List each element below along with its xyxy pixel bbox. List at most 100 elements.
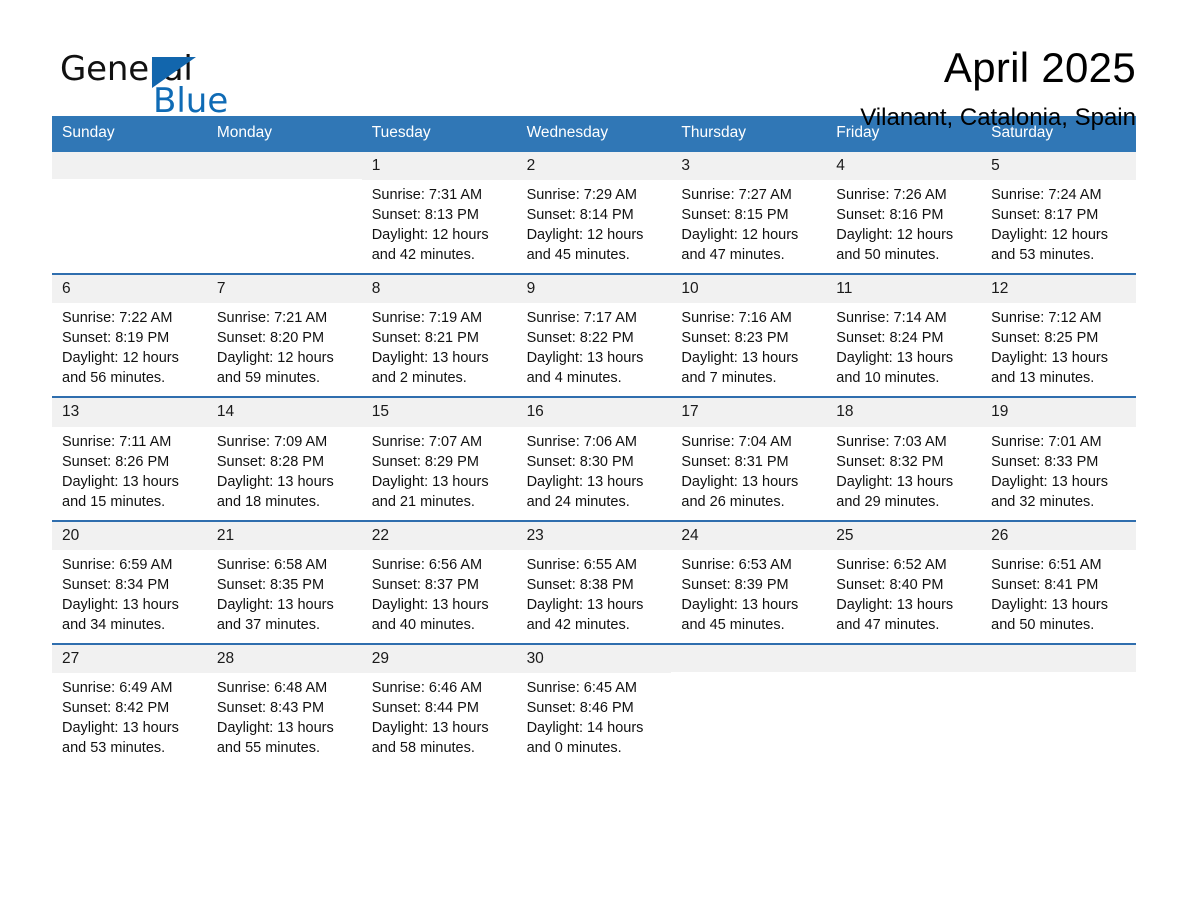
day-cell[interactable]: 4 Sunrise: 7:26 AM Sunset: 8:16 PM Daylight… [826, 151, 982, 273]
day-details: Sunrise: 7:27 AM Sunset: 8:15 PM Daylight:… [671, 180, 826, 273]
day-details: Sunrise: 7:01 AM Sunset: 8:33 PM Daylight:… [981, 427, 1136, 520]
sunset-text: Sunset: 8:46 PM [526, 700, 634, 717]
day-number: 5 [981, 151, 1136, 180]
day-cell-empty [981, 645, 1136, 767]
day-cell[interactable]: 9 Sunrise: 7:17 AM Sunset: 8:22 PM Daylight… [516, 274, 672, 397]
day-details: Sunrise: 7:19 AM Sunset: 8:21 PM Daylight:… [362, 303, 517, 396]
day-details: Sunrise: 6:46 AM Sunset: 8:44 PM Daylight:… [362, 673, 517, 766]
day-cell[interactable]: 17 Sunrise: 7:04 AM Sunset: 8:31 PM Dayligh… [671, 398, 827, 520]
daylight-text-line2: and 21 minutes. [371, 493, 475, 510]
day-cell[interactable]: 26 Sunrise: 6:51 AM Sunset: 8:41 PM Dayligh… [981, 521, 1136, 644]
day-cell[interactable]: 22 Sunrise: 6:56 AM Sunset: 8:37 PM Dayligh… [361, 521, 517, 644]
day-cell-empty [52, 151, 207, 273]
day-cell[interactable]: 24 Sunrise: 6:53 AM Sunset: 8:39 PM Dayligh… [671, 521, 827, 644]
day-number: 16 [516, 398, 672, 427]
day-cell-empty [826, 645, 982, 767]
daylight-text-line2: and 2 minutes. [371, 370, 467, 387]
day-cell[interactable]: 18 Sunrise: 7:03 AM Sunset: 8:32 PM Dayligh… [826, 398, 982, 520]
day-cell[interactable]: 19 Sunrise: 7:01 AM Sunset: 8:33 PM Dayligh… [981, 398, 1136, 520]
day-details: Sunrise: 6:49 AM Sunset: 8:42 PM Daylight:… [52, 673, 207, 766]
day-number: 20 [52, 521, 207, 551]
sunrise-text: Sunrise: 7:01 AM [991, 433, 1102, 450]
weekday-header-row: Sunday Monday Tuesday Wednesday Thursday… [52, 116, 1136, 152]
sunrise-text: Sunrise: 7:11 AM [62, 433, 172, 450]
sunrise-text: Sunrise: 7:09 AM [216, 433, 328, 450]
day-cell[interactable]: 1 Sunrise: 7:31 AM Sunset: 8:13 PM Daylight… [361, 151, 517, 273]
day-number: 4 [826, 151, 982, 180]
calendar-week-row: 6 Sunrise: 7:22 AM Sunset: 8:19 PM Daylight… [52, 272, 1136, 397]
day-details: Sunrise: 7:07 AM Sunset: 8:29 PM Daylight:… [362, 427, 517, 520]
daylight-text-line2: and 56 minutes. [62, 370, 166, 387]
day-details: Sunrise: 7:21 AM Sunset: 8:20 PM Daylight:… [207, 303, 362, 396]
day-cell[interactable]: 16 Sunrise: 7:06 AM Sunset: 8:30 PM Dayligh… [516, 398, 672, 520]
day-cell[interactable]: 7 Sunrise: 7:21 AM Sunset: 8:20 PM Daylight… [206, 274, 362, 397]
daylight-text-line2: and 18 minutes. [216, 493, 321, 510]
sunrise-text: Sunrise: 7:17 AM [526, 310, 637, 327]
day-cell[interactable]: 20 Sunrise: 6:59 AM Sunset: 8:34 PM Dayligh… [52, 521, 207, 644]
daylight-text-line1: Daylight: 13 hours [526, 473, 644, 490]
day-cell[interactable]: 10 Sunrise: 7:16 AM Sunset: 8:23 PM Dayligh… [671, 274, 827, 397]
day-cell[interactable]: 12 Sunrise: 7:12 AM Sunset: 8:25 PM Dayligh… [981, 274, 1136, 397]
day-details: Sunrise: 7:22 AM Sunset: 8:19 PM Daylight:… [52, 303, 207, 396]
daylight-text-line2: and 50 minutes. [836, 246, 940, 263]
day-cell[interactable]: 5 Sunrise: 7:24 AM Sunset: 8:17 PM Daylight… [981, 151, 1136, 273]
daylight-text-line1: Daylight: 13 hours [62, 473, 179, 490]
sunset-text: Sunset: 8:43 PM [216, 700, 325, 717]
sunrise-text: Sunrise: 7:29 AM [526, 186, 637, 203]
sunrise-text: Sunrise: 7:04 AM [681, 433, 792, 450]
day-cell[interactable]: 8 Sunrise: 7:19 AM Sunset: 8:21 PM Daylight… [361, 274, 517, 397]
day-cell[interactable]: 3 Sunrise: 7:27 AM Sunset: 8:15 PM Daylight… [671, 151, 827, 273]
daylight-text-line2: and 42 minutes. [371, 246, 475, 263]
daylight-text-line1: Daylight: 13 hours [371, 597, 489, 614]
sunset-text: Sunset: 8:26 PM [62, 453, 170, 470]
day-number: 8 [361, 274, 517, 304]
day-details: Sunrise: 7:29 AM Sunset: 8:14 PM Daylight:… [517, 180, 672, 273]
day-number: 9 [516, 274, 672, 304]
day-number: 11 [826, 274, 982, 304]
day-cell[interactable]: 13 Sunrise: 7:11 AM Sunset: 8:26 PM Dayligh… [52, 398, 207, 520]
day-number: 22 [361, 521, 517, 551]
weekday-tuesday: Tuesday [371, 124, 431, 141]
sunset-text: Sunset: 8:40 PM [836, 577, 944, 594]
day-details: Sunrise: 6:58 AM Sunset: 8:35 PM Daylight:… [207, 550, 362, 643]
day-cell[interactable]: 14 Sunrise: 7:09 AM Sunset: 8:28 PM Dayligh… [206, 398, 362, 520]
daylight-text-line1: Daylight: 12 hours [526, 226, 644, 243]
day-cell[interactable]: 30 Sunrise: 6:45 AM Sunset: 8:46 PM Dayligh… [516, 645, 672, 767]
daylight-text-line1: Daylight: 13 hours [216, 473, 334, 490]
calendar-page: General Blue April 2025 Vilanant, Catalo… [0, 0, 1188, 918]
day-details: Sunrise: 7:24 AM Sunset: 8:17 PM Daylight:… [981, 180, 1136, 273]
sunset-text: Sunset: 8:30 PM [526, 453, 634, 470]
daylight-text-line1: Daylight: 13 hours [371, 720, 489, 737]
daylight-text-line2: and 50 minutes. [991, 617, 1095, 634]
day-cell[interactable]: 2 Sunrise: 7:29 AM Sunset: 8:14 PM Daylight… [516, 151, 672, 273]
day-cell[interactable]: 27 Sunrise: 6:49 AM Sunset: 8:42 PM Dayligh… [52, 645, 207, 767]
daylight-text-line2: and 59 minutes. [216, 370, 321, 387]
day-details: Sunrise: 7:31 AM Sunset: 8:13 PM Daylight:… [362, 180, 517, 273]
day-cell-empty [671, 645, 827, 767]
day-number: 13 [52, 398, 207, 427]
daylight-text-line1: Daylight: 13 hours [371, 350, 489, 367]
day-cell[interactable]: 29 Sunrise: 6:46 AM Sunset: 8:44 PM Dayligh… [361, 645, 517, 767]
day-cell[interactable]: 11 Sunrise: 7:14 AM Sunset: 8:24 PM Dayligh… [826, 274, 982, 397]
day-details: Sunrise: 7:16 AM Sunset: 8:23 PM Daylight:… [671, 303, 826, 396]
day-cell[interactable]: 15 Sunrise: 7:07 AM Sunset: 8:29 PM Dayligh… [361, 398, 517, 520]
day-cell[interactable]: 21 Sunrise: 6:58 AM Sunset: 8:35 PM Dayligh… [206, 521, 362, 644]
day-cell[interactable]: 23 Sunrise: 6:55 AM Sunset: 8:38 PM Dayligh… [516, 521, 672, 644]
day-cell[interactable]: 25 Sunrise: 6:52 AM Sunset: 8:40 PM Dayligh… [826, 521, 982, 644]
day-number: 19 [981, 398, 1136, 427]
sunset-text: Sunset: 8:17 PM [991, 206, 1099, 223]
weekday-saturday: Saturday [991, 124, 1054, 141]
daylight-text-line1: Daylight: 13 hours [62, 720, 179, 737]
sunrise-text: Sunrise: 6:59 AM [62, 557, 173, 574]
daylight-text-line1: Daylight: 13 hours [836, 473, 954, 490]
day-number: 1 [361, 151, 517, 180]
day-number [52, 151, 207, 179]
day-number: 18 [826, 398, 982, 427]
general-blue-logo[interactable]: General Blue [52, 44, 282, 120]
daylight-text-line1: Daylight: 12 hours [836, 226, 954, 243]
day-cell[interactable]: 28 Sunrise: 6:48 AM Sunset: 8:43 PM Dayligh… [206, 645, 362, 767]
day-cell[interactable]: 6 Sunrise: 7:22 AM Sunset: 8:19 PM Daylight… [52, 274, 207, 397]
page-header: General Blue April 2025 Vilanant, Catalo… [52, 0, 1136, 131]
daylight-text-line1: Daylight: 12 hours [371, 226, 489, 243]
day-number: 26 [981, 521, 1136, 551]
